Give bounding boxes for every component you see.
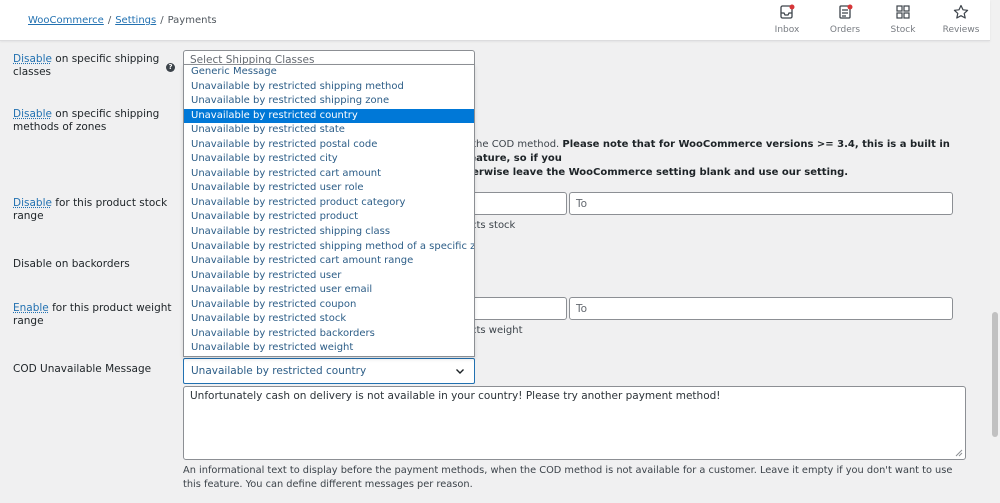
- stock-to-placeholder: To: [576, 197, 588, 210]
- label-weight-range: Enable for this product weight range: [13, 302, 173, 328]
- dropdown-option[interactable]: Unavailable by restricted city: [184, 152, 474, 167]
- page-scrollbar[interactable]: [990, 0, 1000, 503]
- inbox-icon: [758, 4, 816, 22]
- reviews-label: Reviews: [942, 25, 980, 35]
- cod-message-selected: Unavailable by restricted country: [191, 365, 367, 377]
- dropdown-option[interactable]: Unavailable by restricted user role: [184, 181, 474, 196]
- shipping-methods-description: t the COD method. Please note that for W…: [465, 138, 975, 180]
- resize-handle-icon[interactable]: [955, 449, 963, 457]
- stock-icon: [874, 4, 932, 22]
- breadcrumb-separator: /: [107, 15, 112, 26]
- dropdown-option[interactable]: Generic Message: [184, 65, 474, 80]
- weight-to-placeholder: To: [576, 302, 588, 315]
- dropdown-option[interactable]: Unavailable by restricted cart amount ra…: [184, 254, 474, 269]
- orders-icon: [816, 4, 874, 22]
- dropdown-option[interactable]: Unavailable by restricted shipping zone: [184, 94, 474, 109]
- dropdown-option[interactable]: Unavailable by restricted weight: [184, 341, 474, 356]
- stock-label: Stock: [890, 25, 916, 35]
- dropdown-option[interactable]: Unavailable by restricted coupon: [184, 298, 474, 313]
- dropdown-option[interactable]: Unavailable by restricted product: [184, 210, 474, 225]
- cod-message-description: An informational text to display before …: [183, 465, 953, 490]
- dropdown-option[interactable]: Unavailable by restricted country: [184, 108, 474, 124]
- dropdown-option[interactable]: Unavailable by restricted shipping metho…: [184, 240, 474, 255]
- label-cod-message: COD Unavailable Message: [13, 363, 152, 375]
- cod-message-reason-select[interactable]: Unavailable by restricted country: [183, 358, 475, 384]
- desc-bold: herwise leave the WooCommerce setting bl…: [465, 167, 849, 178]
- dropdown-option[interactable]: Unavailable by restricted postal code: [184, 138, 474, 153]
- breadcrumb-separator: /: [160, 15, 164, 26]
- orders-label: Orders: [829, 25, 861, 35]
- breadcrumb-settings-link[interactable]: Settings: [115, 15, 156, 26]
- label-keyword: Disable: [13, 108, 52, 120]
- cod-message-dropdown-list: Generic Message Unavailable by restricted…: [183, 64, 475, 357]
- scrollbar-thumb[interactable]: [992, 312, 998, 437]
- label-keyword: Enable: [13, 302, 49, 314]
- weight-from-input[interactable]: [460, 297, 567, 320]
- reviews-button[interactable]: Reviews: [932, 4, 990, 35]
- desc-text: t the COD method.: [465, 139, 563, 150]
- weight-range-description: cts weight: [471, 325, 523, 336]
- orders-button[interactable]: Orders: [816, 4, 874, 35]
- weight-to-input[interactable]: To: [569, 297, 953, 320]
- dropdown-option[interactable]: Unavailable by restricted product catego…: [184, 196, 474, 211]
- dropdown-option[interactable]: Unavailable by restricted cart amount: [184, 167, 474, 182]
- stock-from-input[interactable]: [460, 192, 567, 215]
- dropdown-option[interactable]: Unavailable by restricted shipping class: [184, 225, 474, 240]
- inbox-label: Inbox: [774, 25, 800, 35]
- dropdown-option[interactable]: Unavailable by restricted shipping metho…: [184, 80, 474, 95]
- chevron-down-icon: [456, 369, 464, 374]
- top-bar: WooCommerce / Settings / Payments Inbox Orde…: [0, 0, 990, 41]
- help-icon[interactable]: ?: [166, 63, 175, 72]
- label-backorders: Disable on backorders: [13, 258, 130, 270]
- activity-panel-actions: Inbox Orders Stock Reviews: [758, 4, 990, 35]
- dropdown-option[interactable]: Unavailable by restricted state: [184, 123, 474, 138]
- reviews-icon: [932, 4, 990, 22]
- inbox-button[interactable]: Inbox: [758, 4, 816, 35]
- stock-button[interactable]: Stock: [874, 4, 932, 35]
- stock-to-input[interactable]: To: [569, 192, 953, 215]
- dropdown-option[interactable]: Unavailable by restricted backorders: [184, 327, 474, 342]
- dropdown-option[interactable]: Unavailable by restricted user: [184, 269, 474, 284]
- label-shipping-methods: Disable on specific shipping methods of …: [13, 108, 173, 134]
- breadcrumb: WooCommerce / Settings / Payments: [28, 15, 217, 26]
- label-shipping-classes: Disable on specific shipping classes: [13, 53, 173, 79]
- breadcrumb-woocommerce-link[interactable]: WooCommerce: [28, 15, 104, 26]
- label-keyword: Disable: [13, 53, 52, 65]
- dropdown-option[interactable]: Unavailable by restricted stock: [184, 312, 474, 327]
- cod-message-text: Unfortunately cash on delivery is not av…: [190, 390, 721, 402]
- cod-message-textarea[interactable]: Unfortunately cash on delivery is not av…: [183, 386, 966, 460]
- label-keyword: Disable: [13, 197, 52, 209]
- dropdown-option[interactable]: Unavailable by restricted user email: [184, 283, 474, 298]
- label-stock-range: Disable for this product stock range: [13, 197, 173, 223]
- breadcrumb-current: Payments: [167, 15, 217, 26]
- stock-range-description: cts stock: [471, 220, 516, 231]
